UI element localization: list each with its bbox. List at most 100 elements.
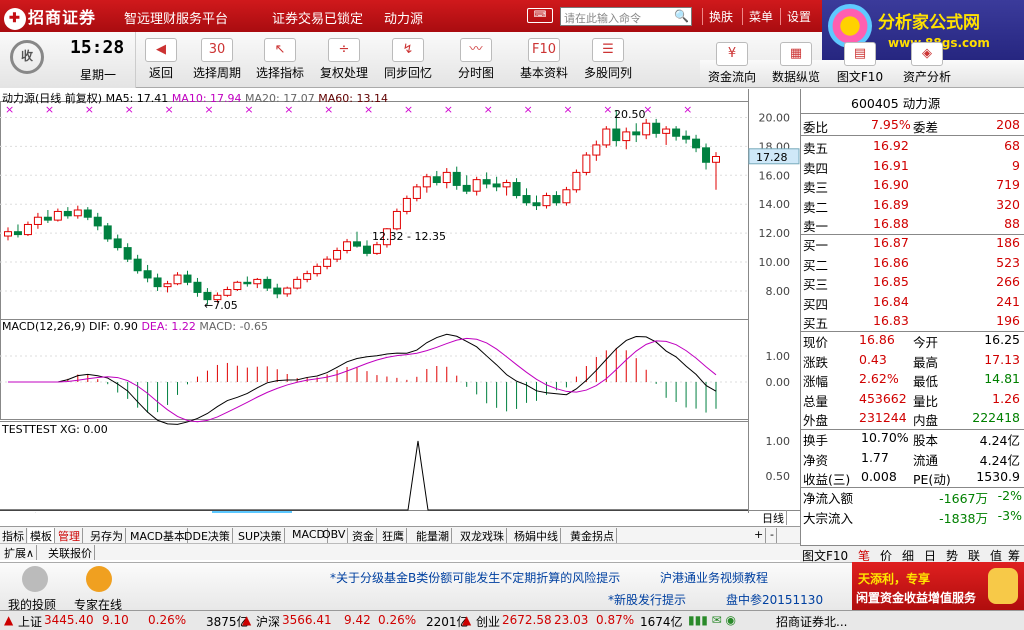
sell-price[interactable]: 16.88: [873, 216, 909, 231]
y-tick-label: 20.00: [759, 111, 791, 124]
toolbar-button-9[interactable]: ¥ 资金流向: [700, 36, 764, 92]
indicator-tab-2[interactable]: 模板: [28, 528, 55, 543]
dif-line: [8, 333, 717, 425]
candle-body: [313, 265, 322, 275]
fund-label: PE(动): [913, 472, 951, 487]
fund-value: 10.70%: [861, 430, 909, 445]
indicator-tab-5[interactable]: MACD基本: [128, 528, 188, 543]
related-quotes-button[interactable]: 关联报价: [46, 545, 95, 560]
command-input[interactable]: 请在此输入命令 🔍: [560, 7, 692, 26]
broker-status[interactable]: 招商证券北...: [776, 613, 847, 630]
quote-value: 17.13: [984, 351, 1020, 367]
keyboard-icon[interactable]: ⌨: [527, 8, 553, 23]
candle-body: [372, 244, 381, 254]
expert-avatar-icon[interactable]: [86, 566, 112, 592]
market-status-icon[interactable]: 收: [10, 40, 44, 74]
macd-title: MACD(12,26,9) DIF: 0.90 DEA: 1.22 MACD: …: [2, 320, 269, 333]
lock-status[interactable]: 证券交易已锁定: [272, 8, 363, 27]
cy-change: 23.03: [554, 613, 589, 627]
time-axis-label: 9: [190, 512, 197, 513]
sell-price[interactable]: 16.89: [873, 197, 909, 212]
skin-button[interactable]: 换肤: [702, 8, 733, 25]
indicator-tab-3[interactable]: 管理: [56, 528, 83, 543]
indicator-tab-6[interactable]: DDE决策: [182, 528, 233, 543]
toolbar-button-7[interactable]: F10 基本资料: [512, 32, 576, 88]
toolbar-button-8[interactable]: ☰ 多股同列: [576, 32, 640, 88]
indicator-tab-12[interactable]: 能量潮: [414, 528, 452, 543]
status-bar: ▲ 上证 3445.40 9.10 0.26% 3875亿 ▲ 沪深 3566.…: [0, 610, 1024, 630]
search-icon[interactable]: 🔍: [674, 9, 689, 23]
indicator-tab-10[interactable]: 资金: [350, 528, 377, 543]
toolbar-button-4[interactable]: ÷ 复权处理: [312, 32, 376, 88]
sh-up-arrow-icon: ▲: [4, 613, 14, 627]
sell-level-label: 卖二: [803, 199, 829, 215]
candle-body: [333, 249, 342, 260]
indicator-tab-4[interactable]: 另存为: [88, 528, 126, 543]
zoom-out-button[interactable]: -: [768, 528, 777, 543]
back-arrow-icon: ◀: [145, 38, 177, 62]
sh-label[interactable]: 上证: [18, 613, 42, 630]
indicator-tab-15[interactable]: 黄金拐点: [568, 528, 617, 543]
slogan: 智远理财服务平台: [124, 12, 229, 27]
period-daily-label[interactable]: 日线: [760, 510, 787, 525]
sell-level-label: 卖四: [803, 160, 829, 176]
buy-price[interactable]: 16.84: [873, 294, 909, 309]
quote-value: 16.25: [984, 332, 1020, 347]
indicator-icon: ↖: [264, 38, 296, 62]
sell-price[interactable]: 16.90: [873, 177, 909, 192]
indicator-tab-13[interactable]: 双龙戏珠: [458, 528, 507, 543]
news-link-2b[interactable]: 盘中参20151130: [726, 591, 823, 608]
flow-label: 净流入额: [803, 491, 854, 506]
candle-body: [712, 156, 720, 163]
candle-body: [253, 278, 262, 285]
indicator-tab-1[interactable]: 指标: [0, 528, 27, 543]
zoom-in-button[interactable]: +: [752, 528, 767, 543]
fund-label: 收益(三): [803, 472, 851, 487]
toolbar-button-5[interactable]: ↯ 同步回忆: [376, 32, 440, 88]
advisor-avatar-icon[interactable]: [22, 566, 48, 592]
hs-up-arrow-icon: ▲: [242, 613, 252, 627]
kline-chart[interactable]: 20.00 18.00 16.00 14.00 12.00 10.00 8.00 17.28 ×…: [0, 89, 800, 513]
toolbar-button-11[interactable]: ▤ 图文F10: [828, 36, 892, 92]
indicator-tab-14[interactable]: 杨娟中线: [512, 528, 561, 543]
toolbar-button-2[interactable]: 30 选择周期: [186, 32, 248, 88]
toolbar-button-10[interactable]: ▦ 数据纵览: [764, 36, 828, 92]
signal-marker: ×: [603, 103, 612, 116]
sell-price[interactable]: 16.92: [873, 138, 909, 153]
indicator-tab-11[interactable]: 狂鹰: [380, 528, 407, 543]
quote-label: 涨跌: [803, 354, 829, 370]
toolbar-button-12[interactable]: ◈ 资产分析: [892, 36, 962, 92]
broker-logo: ✚ 招商证券: [4, 4, 96, 30]
indicator-tab-7[interactable]: SUP决策: [236, 528, 285, 543]
settings-button[interactable]: 设置: [780, 8, 811, 25]
expand-button[interactable]: 扩展∧: [2, 545, 38, 560]
news-link-2[interactable]: *新股发行提示: [608, 591, 686, 608]
buy-price[interactable]: 16.85: [873, 274, 909, 289]
sell-level-label: 卖三: [803, 180, 829, 195]
toolbar-button-1[interactable]: ◀ 返回: [136, 32, 186, 88]
buy-price[interactable]: 16.87: [873, 235, 909, 250]
candle-body: [562, 189, 571, 204]
candle-body: [53, 210, 62, 221]
ad-banner[interactable]: 天添利，专享 闲置资金收益增值服务: [852, 562, 1024, 610]
news-link-1[interactable]: *关于分级基金B类份额可能发生不定期折算的风险提示: [330, 569, 620, 586]
hs-label[interactable]: 沪深: [256, 613, 280, 630]
indicator-tab-9[interactable]: OBV: [320, 528, 349, 543]
toolbar-button-6[interactable]: 〰分时图: [440, 32, 512, 88]
buy-volume: 266: [996, 274, 1020, 289]
candle-body: [632, 131, 641, 136]
cy-label[interactable]: 创业: [476, 613, 500, 630]
money-icon: ¥: [716, 42, 748, 66]
candle-body: [672, 128, 681, 137]
menu-button[interactable]: 菜单: [742, 8, 773, 25]
chart-canvas[interactable]: 20.0018.0016.0014.0012.0010.008.0017.28×…: [0, 89, 800, 513]
buy-price[interactable]: 16.83: [873, 313, 909, 328]
buy-price[interactable]: 16.86: [873, 255, 909, 270]
toolbar-button-3[interactable]: ↖ 选择指标: [248, 32, 312, 88]
ad-line-1: 天添利，专享: [858, 572, 931, 586]
logo-text: 招商证券: [28, 8, 97, 27]
cy-amount: 1674亿: [640, 615, 683, 629]
sell-price[interactable]: 16.91: [873, 158, 909, 173]
high-annotation: 20.50: [614, 108, 646, 121]
news-link-1b[interactable]: 沪港通业务视频教程: [660, 569, 768, 586]
